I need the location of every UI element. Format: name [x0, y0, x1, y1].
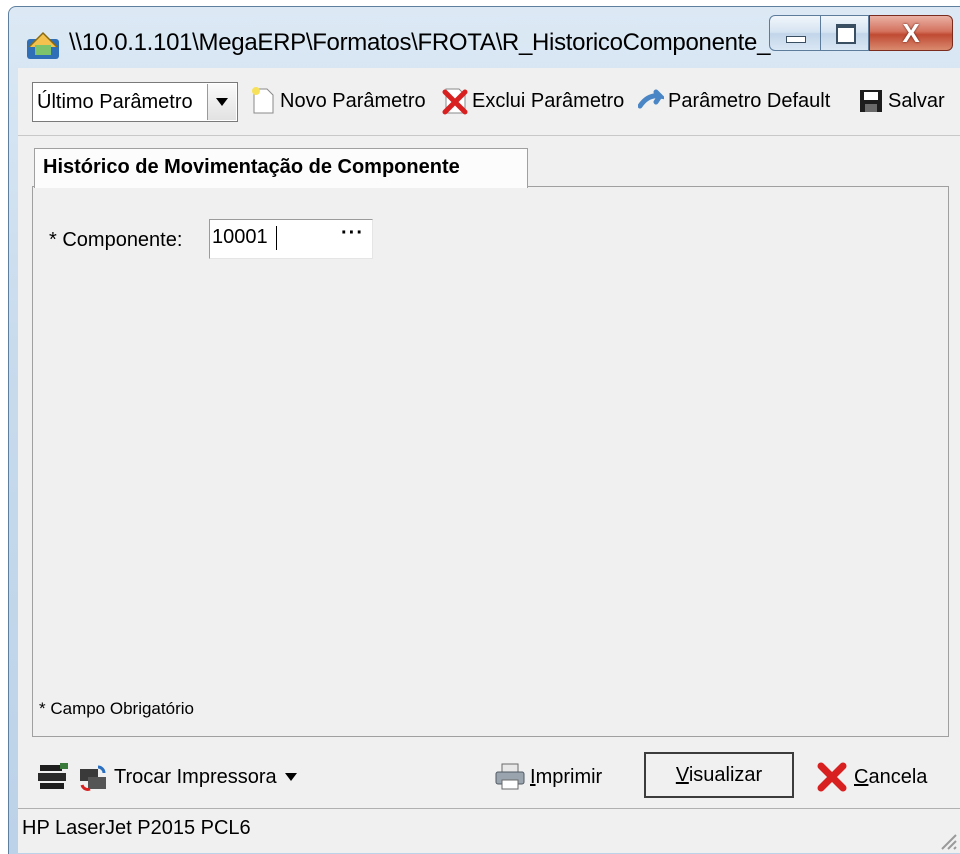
- new-parameter-label: Novo Parâmetro: [280, 89, 426, 112]
- tab-label: Histórico de Movimentação de Componente: [43, 156, 460, 178]
- minimize-button[interactable]: [769, 15, 821, 51]
- floppy-disk-icon: [860, 90, 882, 112]
- save-button[interactable]: Salvar: [858, 84, 945, 118]
- mandatory-note: * Campo Obrigatório: [39, 699, 194, 718]
- cancel-accel: C: [854, 765, 869, 788]
- chevron-down-icon: [216, 98, 228, 106]
- text-caret: [276, 226, 277, 250]
- toolbar: Último Parâmetro Novo Parâmetro Exclui P…: [18, 68, 960, 136]
- cancel-label: ancela: [868, 765, 928, 788]
- dropdown-arrow-icon: [284, 773, 297, 781]
- resize-grip-icon[interactable]: [936, 829, 958, 851]
- delete-parameter-button[interactable]: Exclui Parâmetro: [442, 84, 624, 118]
- default-parameter-label: Parâmetro Default: [668, 89, 831, 112]
- action-bar: Trocar Impressora Imprimir Visualizar Ca…: [18, 744, 960, 808]
- window-title: \\10.0.1.101\MegaERP\Formatos\FROTA\R_Hi…: [69, 29, 790, 56]
- parameter-select-value: Último Parâmetro: [37, 91, 193, 113]
- client-area: Último Parâmetro Novo Parâmetro Exclui P…: [18, 68, 960, 853]
- status-bar: HP LaserJet P2015 PCL6: [18, 808, 960, 853]
- change-printer-label: Trocar Impressora: [114, 765, 277, 788]
- lookup-button[interactable]: ···: [341, 222, 364, 245]
- printer-name: HP LaserJet P2015 PCL6: [22, 817, 251, 839]
- cancel-button[interactable]: Cancela: [816, 760, 927, 794]
- save-label: Salvar: [888, 89, 945, 112]
- parameter-select[interactable]: Último Parâmetro: [32, 82, 238, 122]
- swap-printer-icon: [80, 765, 106, 791]
- componente-label: * Componente:: [49, 229, 183, 251]
- cancel-x-icon: [817, 762, 847, 792]
- change-printer-menu[interactable]: Trocar Impressora: [76, 760, 297, 794]
- close-button[interactable]: X: [869, 15, 953, 51]
- visualize-label: isualizar: [688, 764, 763, 786]
- minimize-icon: [786, 36, 806, 43]
- default-arrow-icon: [638, 89, 664, 109]
- new-document-icon: [252, 87, 274, 114]
- new-parameter-button[interactable]: Novo Parâmetro: [250, 84, 426, 118]
- printer-setup-icon: [38, 763, 68, 789]
- tab-historico[interactable]: Histórico de Movimentação de Componente: [34, 148, 528, 188]
- delete-parameter-label: Exclui Parâmetro: [472, 89, 625, 112]
- visualize-accel: V: [675, 764, 689, 786]
- dropdown-arrow-button[interactable]: [207, 84, 236, 120]
- print-button[interactable]: Imprimir: [494, 760, 602, 794]
- componente-value: 10001: [212, 226, 268, 248]
- componente-input[interactable]: 10001 ···: [209, 219, 373, 259]
- print-label: mprimir: [535, 765, 603, 788]
- printer-icon: [495, 763, 525, 790]
- tab-panel: * Componente: 10001 ··· * Campo Obrigató…: [32, 186, 949, 737]
- maximize-icon: [836, 24, 856, 44]
- visualize-button[interactable]: Visualizar: [644, 752, 794, 798]
- printer-setup-button[interactable]: [36, 760, 70, 794]
- maximize-button[interactable]: [821, 15, 869, 51]
- default-parameter-button[interactable]: Parâmetro Default: [638, 84, 830, 118]
- app-icon: [27, 31, 59, 59]
- close-icon: X: [902, 18, 920, 48]
- delete-x-icon: [442, 88, 468, 115]
